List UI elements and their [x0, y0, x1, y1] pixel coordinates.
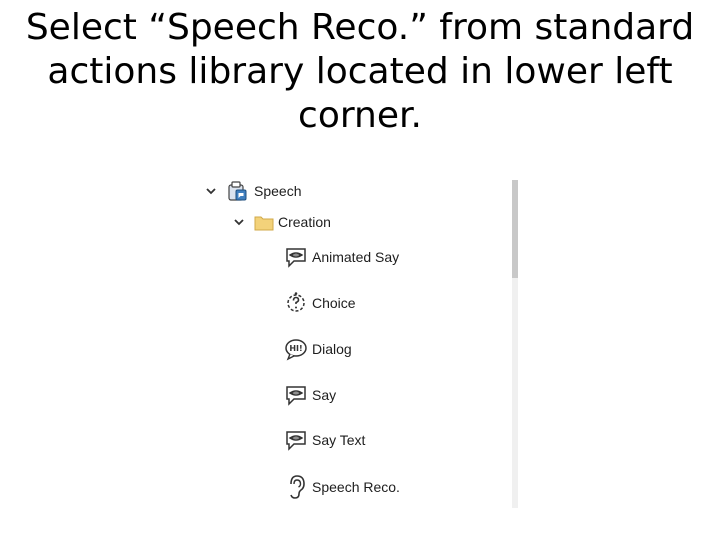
tree-item-speech-reco[interactable]: Speech Reco.: [284, 472, 400, 502]
title-line-1: Select “Speech Reco.” from standard: [25, 7, 695, 48]
svg-text:HI!: HI!: [289, 344, 302, 353]
tree-item-choice[interactable]: Choice: [284, 288, 356, 318]
actions-library-tree: Speech Creation Animated Say Choice HI! …: [196, 174, 526, 510]
tree-item-label: Speech Reco.: [312, 479, 400, 495]
folder-icon: [254, 209, 274, 235]
tree-item-label: Dialog: [312, 341, 352, 357]
tree-node-speech[interactable]: Speech: [204, 176, 301, 206]
hi-bubble-icon: HI!: [284, 336, 308, 362]
ear-icon: [284, 474, 308, 500]
tree-item-label: Animated Say: [312, 249, 400, 265]
tree-item-label: Choice: [312, 295, 356, 311]
tree-node-label: Speech: [254, 183, 302, 199]
tree-item-say-text[interactable]: Say Text: [284, 425, 365, 455]
speech-bubble-lips-icon: [284, 244, 308, 270]
tree-folder-creation[interactable]: Creation: [232, 207, 331, 237]
speech-bubble-lips-icon: [284, 382, 308, 408]
speech-bubble-lips-icon: [284, 427, 308, 453]
chevron-down-icon[interactable]: [204, 184, 218, 198]
chevron-down-icon[interactable]: [232, 215, 246, 229]
tree-item-animated-say[interactable]: Animated Say: [284, 242, 399, 272]
tree-item-dialog[interactable]: HI! Dialog: [284, 334, 352, 364]
scrollbar-thumb[interactable]: [512, 180, 518, 278]
title-line-3: corner.: [298, 95, 422, 136]
tree-node-label: Creation: [278, 214, 331, 230]
tree-item-say[interactable]: Say: [284, 380, 336, 410]
speech-library-icon: [226, 178, 250, 204]
tree-item-label: Say: [312, 387, 337, 403]
vertical-scrollbar[interactable]: [512, 180, 518, 508]
question-choice-icon: [284, 290, 308, 316]
tree-item-label: Say Text: [312, 432, 366, 448]
title-line-2: actions library located in lower left: [47, 51, 673, 92]
slide-title: Select “Speech Reco.” from standard acti…: [0, 6, 720, 138]
